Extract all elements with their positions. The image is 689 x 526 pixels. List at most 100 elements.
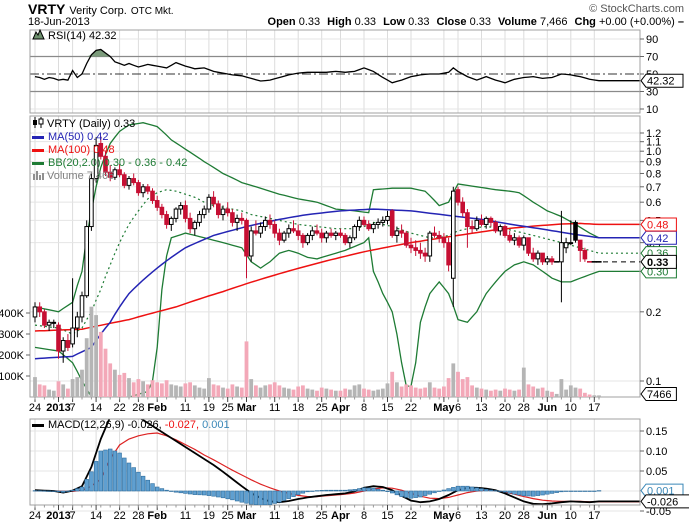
svg-text:25: 25 bbox=[316, 402, 328, 414]
svg-text:42.32: 42.32 bbox=[647, 76, 675, 88]
macd-legend: MACD(12,26,9) -0.026, -0.027, 0.001 bbox=[32, 419, 230, 432]
quote-date: 18-Jun-2013 bbox=[28, 16, 90, 28]
open-value: 0.33 bbox=[298, 16, 321, 28]
svg-text:-0.026: -0.026 bbox=[647, 496, 678, 508]
svg-text:14: 14 bbox=[90, 510, 102, 522]
svg-text:0.05: 0.05 bbox=[646, 466, 667, 478]
high-label: High bbox=[327, 16, 352, 28]
bollinger-line-icon bbox=[32, 162, 44, 165]
svg-text:0.1: 0.1 bbox=[646, 376, 661, 388]
svg-text:8: 8 bbox=[361, 402, 367, 414]
chg-direction-dash: – bbox=[677, 16, 684, 28]
macd-signal-value: -0.027, bbox=[164, 419, 200, 431]
svg-text:0.9: 0.9 bbox=[646, 157, 661, 169]
svg-text:0.10: 0.10 bbox=[646, 446, 667, 458]
svg-text:May: May bbox=[433, 402, 455, 414]
svg-text:200K: 200K bbox=[0, 350, 25, 362]
svg-text:2013: 2013 bbox=[46, 510, 70, 522]
svg-text:0.6: 0.6 bbox=[646, 197, 661, 209]
svg-text:11: 11 bbox=[269, 510, 280, 522]
svg-text:13: 13 bbox=[475, 402, 487, 414]
volume-bars-icon bbox=[32, 169, 44, 184]
svg-text:Feb: Feb bbox=[147, 402, 167, 414]
rsi-panel: 9070503010 bbox=[29, 29, 658, 116]
bollinger-legend-label: BB(20,2.0) 0.30 - 0.36 - 0.42 bbox=[48, 157, 188, 169]
rsi-legend: RSI(14) 42.32 bbox=[32, 28, 117, 44]
quote-row: 18-Jun-2013 Open 0.33 High 0.33 Low 0.33 Cl… bbox=[28, 16, 684, 28]
main-legend: VRTY (Daily) 0.33 MA(50) 0.42 MA(100) 0.… bbox=[32, 117, 188, 184]
svg-text:300K: 300K bbox=[0, 329, 25, 341]
volume-bars bbox=[33, 306, 601, 397]
svg-text:May: May bbox=[433, 510, 455, 522]
svg-text:19: 19 bbox=[203, 510, 215, 522]
svg-text:0.2: 0.2 bbox=[646, 307, 661, 319]
low-value: 0.33 bbox=[408, 16, 430, 28]
stockchart-page: 90705030101.21.11.00.90.80.70.60.50.40.3… bbox=[0, 0, 689, 526]
svg-text:20: 20 bbox=[499, 510, 511, 522]
svg-text:18: 18 bbox=[292, 402, 304, 414]
ma100-legend-label: MA(100) 0.48 bbox=[48, 144, 115, 156]
close-value: 0.33 bbox=[469, 16, 491, 28]
svg-text:28: 28 bbox=[132, 510, 144, 522]
svg-text:22: 22 bbox=[113, 402, 125, 414]
ma100-line-icon bbox=[32, 149, 44, 152]
svg-text:Mar: Mar bbox=[237, 402, 257, 414]
svg-text:100K: 100K bbox=[0, 371, 25, 383]
candlestick-icon bbox=[32, 117, 44, 132]
svg-text:7: 7 bbox=[70, 510, 76, 522]
main-legend-symbol: VRTY (Daily) 0.33 bbox=[47, 118, 136, 130]
svg-text:Feb: Feb bbox=[147, 510, 167, 522]
stockcharts-credit: © StockCharts.com bbox=[589, 3, 684, 15]
svg-text:Mar: Mar bbox=[237, 510, 257, 522]
macd-legend-label: MACD(12,26,9) bbox=[48, 419, 125, 431]
svg-text:10: 10 bbox=[565, 402, 577, 414]
svg-text:11: 11 bbox=[269, 402, 280, 414]
rsi-indicator-icon bbox=[32, 28, 45, 44]
ma50-line-icon bbox=[32, 136, 44, 139]
svg-text:0.7: 0.7 bbox=[646, 182, 661, 194]
chg-value: +0.00 (+0.00%) bbox=[598, 16, 675, 28]
volume-label: Volume bbox=[498, 16, 537, 28]
rsi-legend-label: RSI(14) 42.32 bbox=[48, 30, 117, 42]
chart-canvas: 90705030101.21.11.00.90.80.70.60.50.40.3… bbox=[0, 29, 689, 522]
svg-text:22: 22 bbox=[405, 510, 417, 522]
svg-text:Apr: Apr bbox=[331, 510, 351, 522]
svg-text:Apr: Apr bbox=[331, 402, 351, 414]
svg-text:25: 25 bbox=[222, 510, 234, 522]
high-value: 0.33 bbox=[354, 16, 377, 28]
svg-text:25: 25 bbox=[222, 402, 234, 414]
quote-strip: Open 0.33 High 0.33 Low 0.33 Close 0.33 Volu… bbox=[268, 16, 684, 28]
macd-value: -0.026, bbox=[127, 419, 162, 431]
svg-text:24: 24 bbox=[29, 510, 41, 522]
svg-text:13: 13 bbox=[475, 510, 487, 522]
svg-text:8: 8 bbox=[361, 510, 367, 522]
svg-text:22: 22 bbox=[405, 402, 417, 414]
ticker-symbol: VRTY bbox=[28, 1, 66, 17]
svg-text:25: 25 bbox=[316, 510, 328, 522]
svg-text:0.8: 0.8 bbox=[646, 168, 661, 180]
svg-text:7: 7 bbox=[70, 402, 76, 414]
svg-text:400K: 400K bbox=[0, 308, 25, 320]
svg-text:0.48: 0.48 bbox=[647, 219, 668, 231]
svg-text:7466: 7466 bbox=[647, 389, 671, 401]
macd-hist-value: 0.001 bbox=[202, 419, 230, 431]
svg-text:6: 6 bbox=[455, 402, 461, 414]
svg-text:10: 10 bbox=[565, 510, 577, 522]
svg-text:24: 24 bbox=[29, 402, 41, 414]
svg-text:14: 14 bbox=[90, 402, 102, 414]
svg-text:19: 19 bbox=[203, 402, 215, 414]
svg-text:Jun: Jun bbox=[538, 402, 558, 414]
svg-text:0.42: 0.42 bbox=[647, 233, 668, 245]
macd-line-icon bbox=[32, 424, 44, 427]
svg-text:20: 20 bbox=[499, 402, 511, 414]
svg-text:28: 28 bbox=[518, 402, 530, 414]
svg-text:0.15: 0.15 bbox=[646, 426, 667, 438]
svg-text:28: 28 bbox=[132, 402, 144, 414]
svg-text:90: 90 bbox=[646, 34, 658, 46]
svg-text:Jun: Jun bbox=[538, 510, 558, 522]
svg-text:17: 17 bbox=[588, 402, 600, 414]
svg-text:70: 70 bbox=[646, 52, 658, 64]
svg-text:11: 11 bbox=[180, 402, 191, 414]
svg-text:6: 6 bbox=[455, 510, 461, 522]
svg-text:30: 30 bbox=[646, 87, 658, 99]
